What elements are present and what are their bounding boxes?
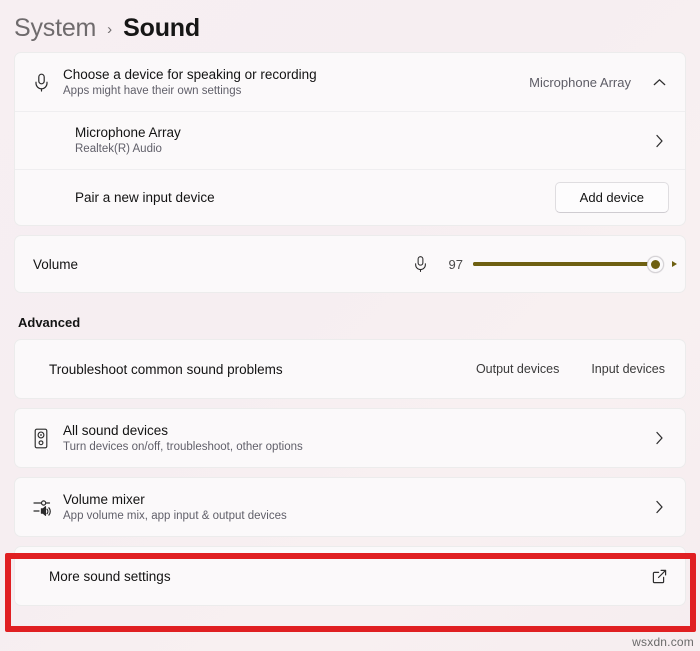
choose-device-header-row[interactable]: Choose a device for speaking or recordin… (15, 53, 685, 111)
slider-fill (473, 262, 655, 266)
choose-device-title: Choose a device for speaking or recordin… (63, 66, 529, 83)
spacer (0, 399, 700, 408)
chevron-right-icon[interactable] (649, 500, 669, 514)
volume-mixer-card[interactable]: Volume mixer App volume mix, app input &… (14, 477, 686, 537)
more-sound-settings-card[interactable]: More sound settings (14, 546, 686, 606)
volume-card: Volume 97 (14, 235, 686, 293)
device-name: Microphone Array (75, 124, 649, 141)
volume-label: Volume (33, 257, 78, 272)
volume-mixer-row[interactable]: Volume mixer App volume mix, app input &… (15, 478, 685, 536)
pair-new-input-device-row: Pair a new input device Add device (15, 169, 685, 225)
device-driver: Realtek(R) Audio (75, 142, 649, 157)
selected-input-device-value: Microphone Array (529, 75, 631, 90)
more-sound-settings-title: More sound settings (49, 568, 649, 585)
microphone-array-device-row[interactable]: Microphone Array Realtek(R) Audio (15, 111, 685, 169)
volume-slider[interactable] (473, 255, 669, 273)
pair-device-label: Pair a new input device (75, 189, 555, 206)
choose-device-subtitle: Apps might have their own settings (63, 84, 529, 99)
slider-end-marker-icon (672, 261, 677, 267)
spacer (0, 468, 700, 477)
external-link-icon[interactable] (649, 569, 669, 584)
all-sound-devices-card[interactable]: All sound devices Turn devices on/off, t… (14, 408, 686, 468)
all-sound-devices-subtitle: Turn devices on/off, troubleshoot, other… (63, 440, 649, 455)
breadcrumb-parent-system[interactable]: System (14, 14, 96, 43)
troubleshoot-card: Troubleshoot common sound problems Outpu… (14, 339, 686, 399)
speaker-device-icon (33, 428, 63, 449)
spacer (0, 226, 700, 235)
microphone-icon (413, 255, 431, 273)
microphone-icon (33, 73, 63, 92)
spacer (0, 537, 700, 546)
troubleshoot-title: Troubleshoot common sound problems (49, 361, 476, 378)
input-device-card: Choose a device for speaking or recordin… (14, 52, 686, 226)
page-title: Sound (123, 14, 200, 43)
more-sound-settings-row[interactable]: More sound settings (15, 547, 685, 605)
output-devices-link[interactable]: Output devices (476, 362, 559, 376)
slider-thumb[interactable] (647, 256, 664, 273)
volume-value: 97 (441, 257, 463, 272)
all-sound-devices-title: All sound devices (63, 422, 649, 439)
troubleshoot-row: Troubleshoot common sound problems Outpu… (15, 340, 685, 398)
all-sound-devices-row[interactable]: All sound devices Turn devices on/off, t… (15, 409, 685, 467)
watermark: wsxdn.com (632, 635, 694, 649)
advanced-section-header: Advanced (0, 293, 700, 339)
volume-mixer-subtitle: App volume mix, app input & output devic… (63, 509, 649, 524)
volume-mixer-title: Volume mixer (63, 491, 649, 508)
volume-row: Volume 97 (15, 236, 685, 292)
chevron-right-icon[interactable] (649, 134, 669, 148)
input-devices-link[interactable]: Input devices (591, 362, 665, 376)
breadcrumb: System › Sound (0, 0, 700, 52)
add-device-button[interactable]: Add device (555, 182, 669, 213)
chevron-right-icon[interactable] (649, 431, 669, 445)
chevron-up-icon[interactable] (649, 78, 669, 87)
volume-mixer-icon (33, 497, 63, 517)
breadcrumb-separator-icon: › (106, 21, 113, 38)
